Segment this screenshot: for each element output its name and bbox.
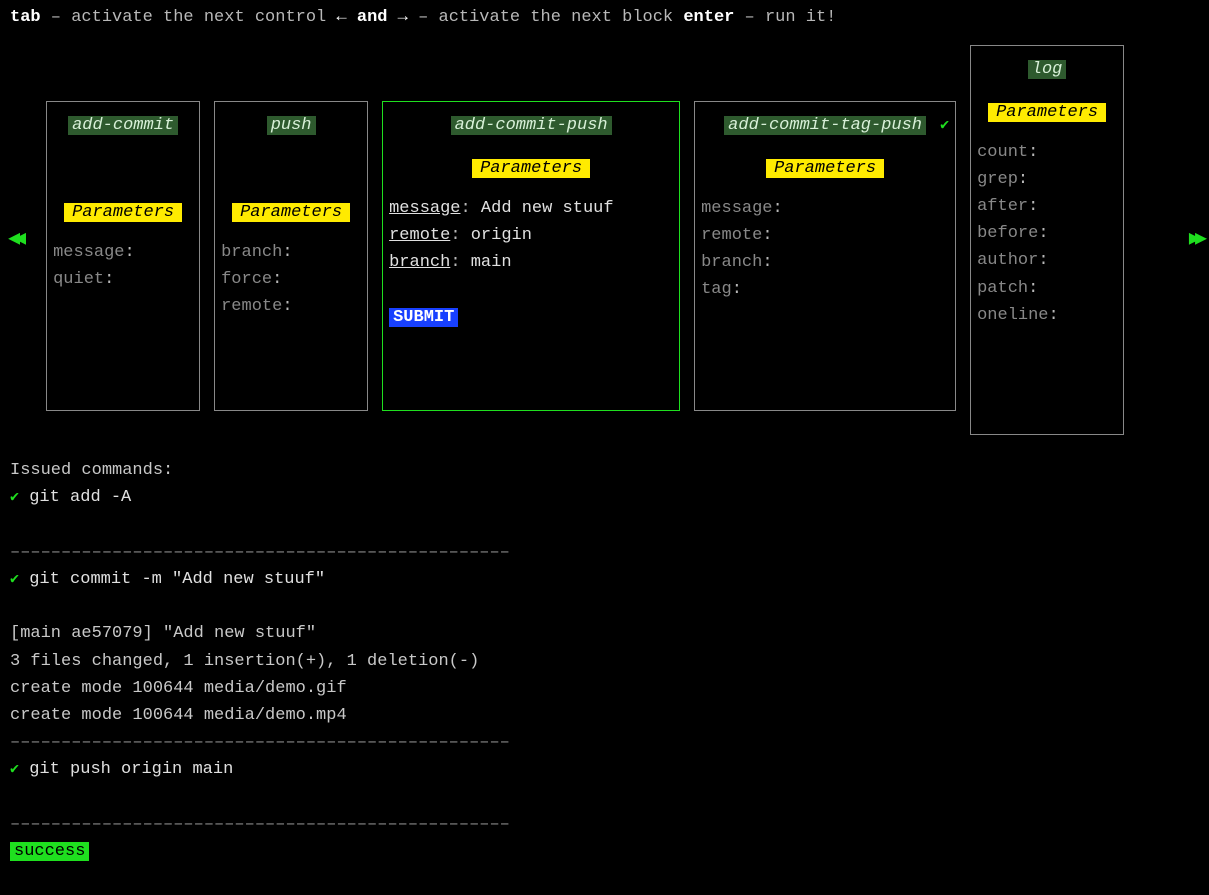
param-quiet[interactable]: quiet: — [53, 266, 193, 293]
divider: ––––––––––––––––––––––––––––––––––––––––… — [10, 811, 1199, 838]
block-push[interactable]: push Parameters branch: force: remote: — [214, 101, 368, 411]
divider: ––––––––––––––––––––––––––––––––––––––––… — [10, 539, 1199, 566]
block-add-commit[interactable]: add-commit Parameters message: quiet: — [46, 101, 200, 411]
param-remote[interactable]: remote: — [701, 222, 949, 249]
block-title: add-commit — [53, 112, 193, 139]
help-enter-key: enter — [683, 8, 734, 27]
help-arrows-text: – activate the next block — [408, 8, 683, 27]
param-message[interactable]: message: — [701, 195, 949, 222]
help-arrows-key: ← and → — [336, 8, 407, 27]
param-remote[interactable]: remote: origin — [389, 222, 673, 249]
param-after[interactable]: after: — [977, 193, 1117, 220]
help-enter-text: – run it! — [734, 8, 836, 27]
check-icon: ✔ — [940, 114, 949, 138]
submit-button[interactable]: SUBMIT — [389, 304, 673, 331]
nav-next-icon[interactable]: ▶▶ — [1187, 224, 1203, 256]
param-grep[interactable]: grep: — [977, 166, 1117, 193]
parameters-heading: Parameters — [53, 199, 193, 226]
block-title: add-commit-push — [389, 112, 673, 139]
param-before[interactable]: before: — [977, 220, 1117, 247]
param-count[interactable]: count: — [977, 139, 1117, 166]
parameters-heading: Parameters — [977, 99, 1117, 126]
blocks-carousel: ◀◀ add-commit Parameters message: quiet:… — [0, 45, 1209, 435]
param-remote[interactable]: remote: — [221, 293, 361, 320]
log-line: ✔ git add -A — [10, 484, 1199, 511]
param-branch[interactable]: branch: main — [389, 249, 673, 276]
parameters-heading: Parameters — [221, 199, 361, 226]
param-branch[interactable]: branch: — [221, 239, 361, 266]
output-log: Issued commands: ✔ git add -A ––––––––––… — [0, 435, 1209, 865]
check-icon: ✔ — [10, 761, 19, 778]
parameters-heading: Parameters — [701, 155, 949, 182]
log-line: 3 files changed, 1 insertion(+), 1 delet… — [10, 648, 1199, 675]
log-line: ✔ git push origin main — [10, 756, 1199, 783]
param-oneline[interactable]: oneline: — [977, 302, 1117, 329]
help-tab-text: – activate the next control — [41, 8, 337, 27]
help-tab-key: tab — [10, 8, 41, 27]
param-message[interactable]: message: Add new stuuf — [389, 195, 673, 222]
issued-commands-heading: Issued commands: — [10, 457, 1199, 484]
param-branch[interactable]: branch: — [701, 249, 949, 276]
param-author[interactable]: author: — [977, 247, 1117, 274]
block-add-commit-push[interactable]: add-commit-push Parameters message: Add … — [382, 101, 680, 411]
nav-prev-icon[interactable]: ◀◀ — [6, 224, 22, 256]
divider: ––––––––––––––––––––––––––––––––––––––––… — [10, 729, 1199, 756]
parameters-heading: Parameters — [389, 155, 673, 182]
help-bar: tab – activate the next control ← and → … — [0, 4, 1209, 45]
blocks-row: add-commit Parameters message: quiet: pu… — [46, 45, 1163, 435]
log-line: ✔ git commit -m "Add new stuuf" — [10, 566, 1199, 593]
param-patch[interactable]: patch: — [977, 275, 1117, 302]
param-force[interactable]: force: — [221, 266, 361, 293]
block-title: log — [977, 56, 1117, 83]
block-title: add-commit-tag-push — [701, 112, 949, 139]
check-icon: ✔ — [10, 489, 19, 506]
param-tag[interactable]: tag: — [701, 276, 949, 303]
param-message[interactable]: message: — [53, 239, 193, 266]
block-title: push — [221, 112, 361, 139]
log-line: create mode 100644 media/demo.mp4 — [10, 702, 1199, 729]
check-icon: ✔ — [10, 571, 19, 588]
log-line: [main ae57079] "Add new stuuf" — [10, 620, 1199, 647]
log-line: create mode 100644 media/demo.gif — [10, 675, 1199, 702]
status-success: success — [10, 838, 1199, 865]
block-add-commit-tag-push[interactable]: add-commit-tag-push ✔ Parameters message… — [694, 101, 956, 411]
block-log[interactable]: log Parameters count: grep: after: befor… — [970, 45, 1124, 435]
